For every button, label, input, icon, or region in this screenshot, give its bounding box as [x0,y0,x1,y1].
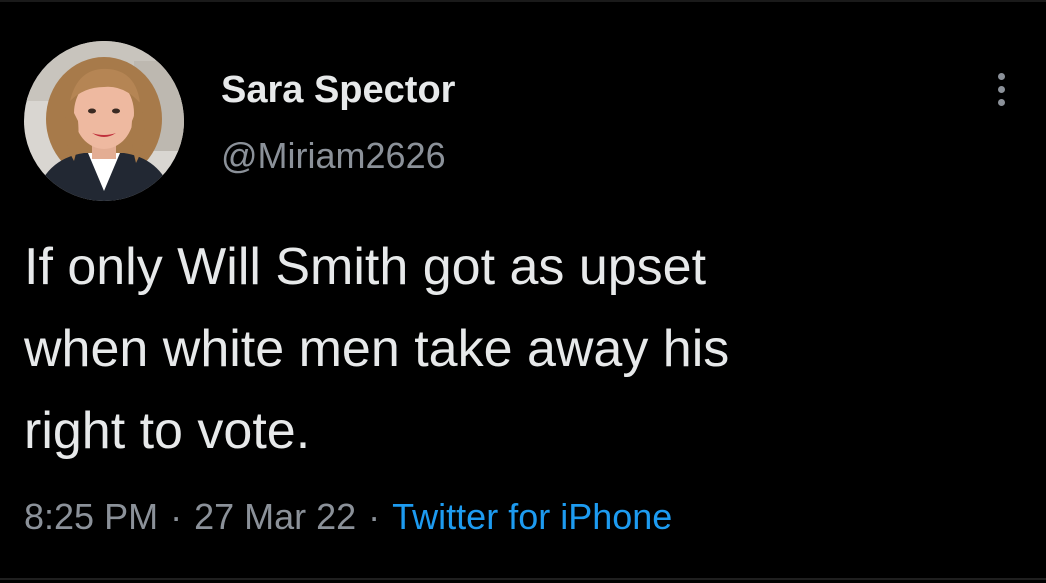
bottom-divider [0,578,1046,580]
tweet-time[interactable]: 8:25 PM [24,496,158,537]
meta-separator: · [368,496,381,537]
more-options-button[interactable] [990,70,1014,108]
avatar[interactable] [24,41,184,201]
tweet-text: If only Will Smith got as upset when whi… [24,226,1004,472]
tweet-text-line: If only Will Smith got as upset [24,238,707,296]
tweet-source-link[interactable]: Twitter for iPhone [392,496,672,537]
more-vertical-icon-dot [998,86,1005,93]
avatar-image [24,41,184,201]
tweet-text-line: right to vote. [24,402,311,460]
author-handle[interactable]: @Miriam2626 [221,135,446,177]
more-vertical-icon-dot [998,99,1005,106]
tweet-text-line: when white men take away his [24,320,730,378]
tweet-date[interactable]: 27 Mar 22 [194,496,356,537]
more-vertical-icon [998,73,1005,80]
tweet-metadata: 8:25 PM · 27 Mar 22 · Twitter for iPhone [24,495,672,539]
meta-separator: · [170,496,183,537]
author-display-name[interactable]: Sara Spector [221,68,455,112]
top-divider [0,0,1046,2]
